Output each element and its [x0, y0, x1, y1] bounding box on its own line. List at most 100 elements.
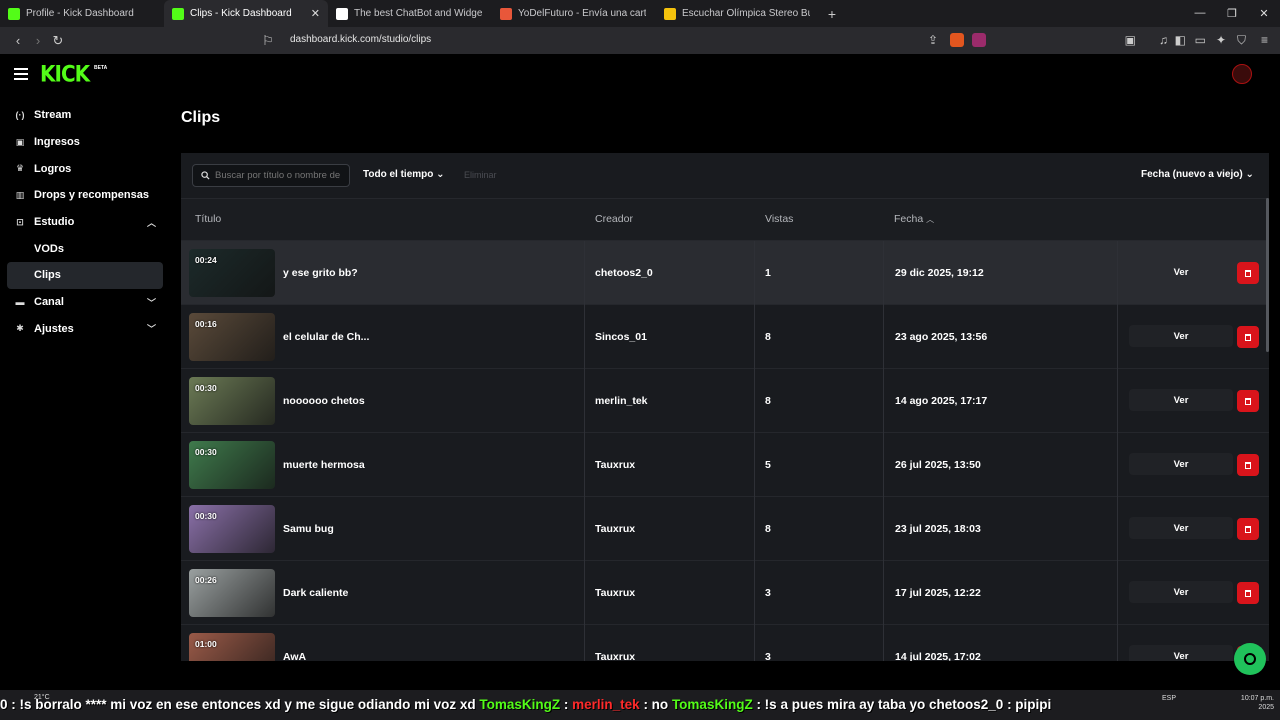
- delete-clip-button[interactable]: [1237, 390, 1259, 412]
- user-avatar[interactable]: [1232, 64, 1252, 84]
- language-indicator[interactable]: ESP: [1162, 695, 1176, 702]
- sidebar-item-drops[interactable]: ▥ Drops y recompensas: [0, 182, 170, 209]
- page-title: Clips: [181, 109, 221, 126]
- search-input[interactable]: [215, 170, 345, 181]
- clip-thumbnail[interactable]: 00:30: [189, 441, 275, 489]
- clip-thumbnail[interactable]: 01:00: [189, 633, 275, 661]
- column-divider: [1117, 369, 1118, 433]
- delete-clip-button[interactable]: [1237, 326, 1259, 348]
- table-row[interactable]: 00:30 noooooo chetos merlin_tek 8 14 ago 202…: [181, 369, 1269, 433]
- sidebar-item-logros[interactable]: ♛ Logros: [0, 155, 170, 182]
- chat-message: 0 : !s borralo **** mi voz en ese entonc…: [0, 697, 480, 712]
- menu-icon[interactable]: ≡: [1261, 33, 1268, 47]
- clip-views: 3: [765, 651, 771, 661]
- column-creator[interactable]: Creador: [595, 213, 633, 225]
- browser-tab[interactable]: YoDelFuturo - Envía una carta a tu yo: [492, 0, 656, 27]
- gear-icon: ✱: [16, 323, 24, 334]
- kick-logo[interactable]: KICK: [40, 61, 90, 87]
- column-views[interactable]: Vistas: [765, 213, 793, 225]
- clip-thumbnail[interactable]: 00:26: [189, 569, 275, 617]
- brave-shield-icon[interactable]: [950, 33, 964, 47]
- sidebar-item-canal[interactable]: ▬ Canal ﹀: [0, 289, 170, 316]
- favicon-icon: [8, 7, 20, 20]
- tab-label: Clips - Kick Dashboard: [190, 8, 292, 19]
- music-icon[interactable]: ♫: [1159, 33, 1168, 47]
- brave-rewards-icon[interactable]: [972, 33, 986, 47]
- clip-creator: Tauxrux: [595, 587, 636, 599]
- clip-thumbnail[interactable]: 00:16: [189, 313, 275, 361]
- sidebar-item-stream[interactable]: (·) Stream: [0, 102, 170, 129]
- table-row[interactable]: 00:26 Dark caliente Tauxrux 3 17 jul 2025, 1…: [181, 561, 1269, 625]
- leo-icon[interactable]: ✦: [1216, 33, 1226, 47]
- sidebar-item-clips[interactable]: Clips: [7, 262, 163, 289]
- delete-clip-button[interactable]: [1237, 518, 1259, 540]
- sort-asc-icon: ︿: [926, 215, 935, 224]
- sidebar-item-estudio[interactable]: ⊡ Estudio ︿: [0, 209, 170, 236]
- view-clip-button[interactable]: Ver: [1129, 645, 1233, 661]
- reload-icon[interactable]: ↻: [48, 33, 68, 49]
- vpn-icon[interactable]: ⛉: [1237, 33, 1246, 48]
- trash-icon: [1245, 525, 1251, 533]
- delete-clip-button[interactable]: [1237, 582, 1259, 604]
- sidebar-item-vods[interactable]: VODs: [0, 235, 170, 262]
- table-row[interactable]: 00:16 el celular de Ch... Sincos_01 8 23 ago…: [181, 305, 1269, 369]
- sidebar-toggle-icon[interactable]: ◧: [1175, 33, 1186, 47]
- view-clip-button[interactable]: Ver: [1129, 453, 1233, 475]
- clip-views: 3: [765, 587, 771, 599]
- sidebar-item-ajustes[interactable]: ✱ Ajustes ﹀: [0, 316, 170, 343]
- sidebar-item-ingresos[interactable]: ▣ Ingresos: [0, 129, 170, 156]
- delete-clip-button[interactable]: [1237, 454, 1259, 476]
- back-icon[interactable]: ‹: [8, 33, 28, 48]
- browser-tab[interactable]: Profile - Kick Dashboard: [0, 0, 164, 27]
- sort-dropdown[interactable]: Fecha (nuevo a viejo) ⌄: [1141, 169, 1254, 180]
- browser-tab[interactable]: Escuchar Olímpica Stereo Bucaraman: [656, 0, 820, 27]
- reading-list-icon[interactable]: ▣: [1125, 33, 1136, 47]
- column-divider: [584, 241, 585, 305]
- clip-thumbnail[interactable]: 00:24: [189, 249, 275, 297]
- table-row[interactable]: 01:00 AwA Tauxrux 3 14 jul 2025, 17:02 Ver: [181, 625, 1269, 661]
- column-divider: [754, 433, 755, 497]
- time-filter-dropdown[interactable]: Todo el tiempo ⌄: [363, 169, 445, 180]
- bulk-delete-button[interactable]: Eliminar: [464, 170, 497, 180]
- clip-thumbnail[interactable]: 00:30: [189, 377, 275, 425]
- column-divider: [584, 497, 585, 561]
- url-field[interactable]: dashboard.kick.com/studio/clips: [290, 34, 431, 45]
- browser-tab[interactable]: The best ChatBot and Widgets for Ki: [328, 0, 492, 27]
- system-clock[interactable]: 10:07 p.m. 2025: [1241, 694, 1274, 712]
- help-chat-button[interactable]: [1234, 643, 1266, 675]
- table-row[interactable]: 00:30 Samu bug Tauxrux 8 23 jul 2025, 18:03 V…: [181, 497, 1269, 561]
- view-clip-button[interactable]: Ver: [1129, 517, 1233, 539]
- column-title[interactable]: Título: [195, 213, 221, 225]
- restore-icon[interactable]: ❐: [1216, 7, 1248, 20]
- sidebar-item-label: Logros: [34, 162, 72, 175]
- clip-views: 5: [765, 459, 771, 471]
- close-tab-icon[interactable]: ✕: [311, 7, 320, 20]
- view-clip-button[interactable]: Ver: [1129, 581, 1233, 603]
- table-row[interactable]: 00:30 muerte hermosa Tauxrux 5 26 jul 2025, …: [181, 433, 1269, 497]
- clip-creator: Tauxrux: [595, 651, 636, 661]
- view-clip-button[interactable]: Ver: [1129, 325, 1233, 347]
- column-divider: [584, 625, 585, 661]
- bookmark-icon[interactable]: ⚐: [258, 33, 278, 49]
- new-tab-icon[interactable]: +: [820, 6, 844, 22]
- hamburger-menu-icon[interactable]: [14, 68, 28, 83]
- table-row[interactable]: 00:24 y ese grito bb? chetoos2_0 1 29 dic 20…: [181, 241, 1269, 305]
- clip-date: 14 ago 2025, 17:17: [895, 395, 988, 407]
- clip-thumbnail[interactable]: 00:30: [189, 505, 275, 553]
- wallet-icon[interactable]: ▭: [1195, 33, 1206, 47]
- clip-date: 29 dic 2025, 19:12: [895, 267, 984, 279]
- close-window-icon[interactable]: ✕: [1248, 7, 1280, 20]
- view-clip-button[interactable]: Ver: [1129, 261, 1233, 283]
- share-icon[interactable]: ⇪: [928, 33, 938, 47]
- view-clip-button[interactable]: Ver: [1129, 389, 1233, 411]
- column-divider: [883, 433, 884, 497]
- search-box[interactable]: [192, 164, 350, 187]
- trash-icon: [1245, 269, 1251, 277]
- delete-clip-button[interactable]: [1237, 262, 1259, 284]
- forward-icon[interactable]: ›: [28, 33, 48, 48]
- clip-creator: Tauxrux: [595, 459, 636, 471]
- minimize-icon[interactable]: —: [1184, 7, 1216, 20]
- column-date[interactable]: Fecha ︿: [894, 213, 934, 225]
- scrollbar[interactable]: [1266, 198, 1269, 352]
- browser-tab[interactable]: Clips - Kick Dashboard ✕: [164, 0, 328, 27]
